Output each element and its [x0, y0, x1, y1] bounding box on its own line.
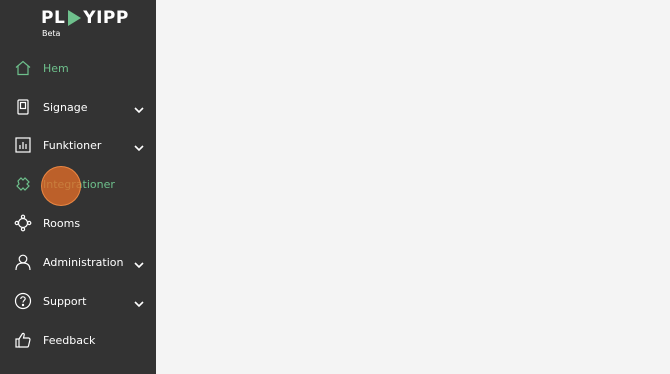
chevron-down-icon[interactable] [133, 295, 145, 308]
thumbs-up-icon [14, 331, 32, 349]
chevron-down-icon[interactable] [133, 101, 145, 114]
sidebar-item-label: Support [43, 294, 87, 308]
sidebar-item-feedback[interactable]: Feedback [0, 322, 156, 358]
beta-badge: Beta [42, 29, 61, 38]
sidebar-item-signage[interactable]: Signage [0, 89, 156, 125]
sidebar-item-integrationer[interactable]: Integrationer [0, 166, 156, 202]
sidebar-item-support[interactable]: Support [0, 283, 156, 319]
logo-text-right: YIPP [83, 8, 129, 28]
home-icon [14, 59, 32, 77]
display-icon [14, 98, 32, 116]
logo-text-left: PL [41, 8, 66, 28]
main-content [156, 0, 670, 374]
sidebar-item-label: Signage [43, 100, 88, 114]
sidebar: PL YIPP Beta Hem Signage Funktioner Inte… [0, 0, 156, 374]
rooms-icon [14, 214, 32, 232]
sidebar-item-label: Funktioner [43, 138, 102, 152]
sidebar-item-label: Administration [43, 255, 124, 269]
sidebar-item-label: Rooms [43, 216, 81, 230]
sidebar-item-hem[interactable]: Hem [0, 50, 156, 86]
sidebar-item-rooms[interactable]: Rooms [0, 205, 156, 241]
puzzle-icon [14, 175, 32, 193]
playipp-logo[interactable]: PL YIPP [41, 7, 129, 29]
play-icon [68, 10, 82, 26]
sidebar-item-label: Hem [43, 61, 69, 75]
chevron-down-icon[interactable] [133, 256, 145, 269]
sidebar-item-label: Feedback [43, 333, 96, 347]
sidebar-item-administration[interactable]: Administration [0, 244, 156, 280]
help-icon [14, 292, 32, 310]
sidebar-item-funktioner[interactable]: Funktioner [0, 127, 156, 163]
sidebar-item-label: Integrationer [43, 177, 115, 191]
user-icon [14, 253, 32, 271]
chevron-down-icon[interactable] [133, 139, 145, 152]
bar-chart-icon [14, 136, 32, 154]
